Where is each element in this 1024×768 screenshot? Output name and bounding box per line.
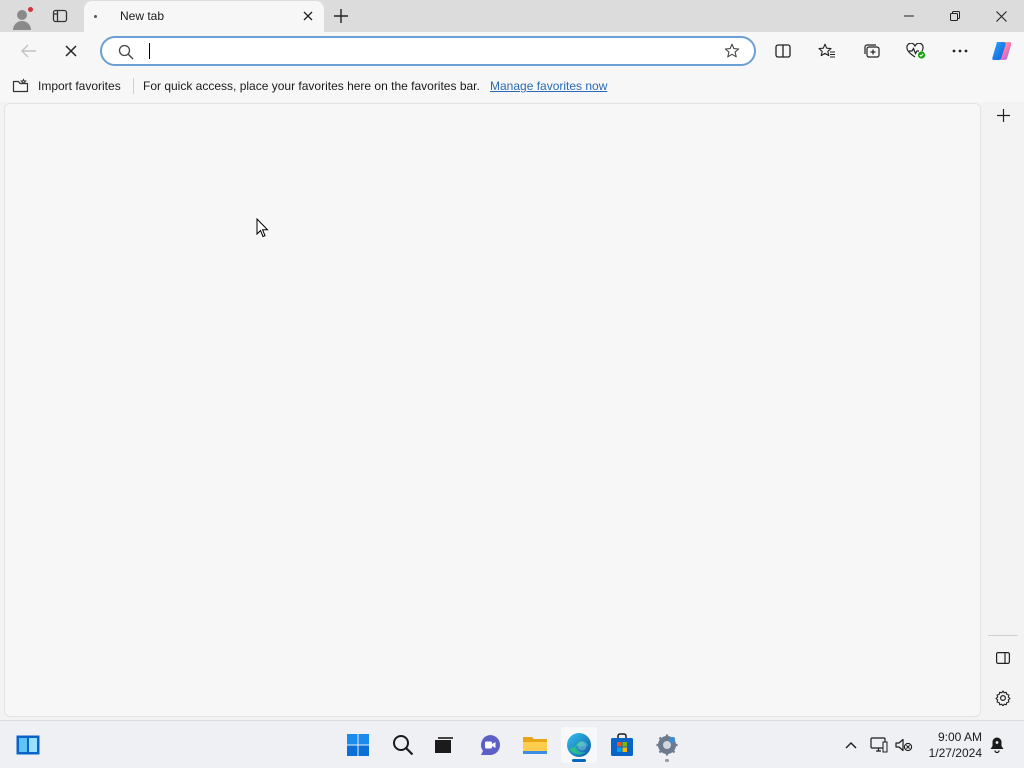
favorites-message: For quick access, place your favorites h… bbox=[143, 79, 480, 93]
start-button[interactable] bbox=[340, 727, 376, 763]
edge-icon bbox=[567, 733, 591, 757]
more-icon bbox=[952, 49, 968, 53]
manage-favorites-link[interactable]: Manage favorites now bbox=[490, 79, 607, 93]
tab-actions-icon bbox=[52, 9, 68, 23]
mouse-cursor-icon bbox=[256, 218, 269, 238]
restore-button[interactable] bbox=[932, 0, 978, 32]
notifications-button[interactable] bbox=[986, 733, 1008, 757]
stop-icon bbox=[65, 45, 77, 57]
windows-start-icon bbox=[347, 734, 369, 756]
file-explorer-button[interactable] bbox=[517, 727, 553, 763]
text-caret bbox=[149, 43, 150, 59]
task-view-icon bbox=[435, 737, 453, 753]
add-sidebar-app-button[interactable] bbox=[990, 102, 1016, 128]
back-button[interactable] bbox=[14, 37, 44, 65]
search-taskbar-button[interactable] bbox=[385, 727, 421, 763]
performance-button[interactable] bbox=[901, 37, 931, 65]
close-window-button[interactable] bbox=[978, 0, 1024, 32]
import-favorites-button[interactable]: Import favorites bbox=[12, 77, 121, 95]
folder-icon bbox=[523, 737, 547, 754]
task-view-button[interactable] bbox=[426, 727, 462, 763]
sidebar-settings-button[interactable] bbox=[990, 685, 1016, 711]
settings-app-icon bbox=[656, 734, 678, 756]
plus-icon bbox=[996, 108, 1010, 122]
teams-chat-icon bbox=[480, 735, 500, 755]
more-options-button[interactable] bbox=[945, 37, 975, 65]
running-app-indicator bbox=[665, 759, 669, 762]
active-app-indicator bbox=[572, 759, 586, 762]
favorites-divider bbox=[133, 78, 134, 94]
plus-icon bbox=[334, 9, 348, 23]
favorites-bar: Import favorites For quick access, place… bbox=[0, 70, 1024, 102]
taskbar-clock[interactable]: 9:00 AM 1/27/2024 bbox=[918, 729, 982, 761]
restore-icon bbox=[950, 11, 960, 21]
network-icon bbox=[870, 737, 888, 753]
settings-taskbar-button[interactable] bbox=[649, 727, 685, 763]
gear-icon bbox=[995, 690, 1011, 706]
tab-actions-button[interactable] bbox=[46, 4, 74, 28]
widgets-icon bbox=[16, 735, 40, 755]
close-icon bbox=[303, 11, 313, 21]
edge-sidebar bbox=[982, 102, 1024, 718]
title-bar: New tab bbox=[0, 0, 1024, 32]
microsoft-store-icon bbox=[611, 733, 633, 756]
sidebar-divider bbox=[988, 635, 1018, 636]
favorites-button[interactable] bbox=[812, 37, 842, 65]
notification-dot bbox=[27, 6, 34, 13]
loading-dot-icon bbox=[94, 15, 97, 18]
notification-bell-icon bbox=[990, 737, 1004, 754]
collections-icon bbox=[864, 44, 880, 58]
sidebar-panel-icon bbox=[996, 652, 1010, 664]
minimize-icon bbox=[904, 15, 914, 17]
edge-taskbar-button[interactable] bbox=[561, 727, 597, 763]
close-tab-button[interactable] bbox=[300, 8, 316, 24]
hide-sidebar-button[interactable] bbox=[990, 645, 1016, 671]
split-screen-button[interactable] bbox=[768, 37, 798, 65]
show-hidden-icons-button[interactable] bbox=[840, 733, 862, 757]
profile-button[interactable] bbox=[8, 4, 36, 30]
clock-date: 1/27/2024 bbox=[928, 746, 982, 760]
chevron-up-icon bbox=[845, 742, 857, 749]
copilot-button[interactable] bbox=[987, 37, 1017, 65]
star-icon[interactable] bbox=[724, 43, 740, 59]
copilot-icon bbox=[992, 42, 1012, 60]
taskbar: 9:00 AM 1/27/2024 bbox=[0, 720, 1024, 768]
profile-icon bbox=[17, 10, 27, 20]
import-favorites-label: Import favorites bbox=[38, 79, 121, 93]
network-button[interactable] bbox=[868, 733, 890, 757]
volume-button[interactable] bbox=[893, 733, 915, 757]
tab-title: New tab bbox=[120, 9, 165, 23]
speaker-muted-icon bbox=[895, 738, 913, 752]
tab-new-tab[interactable]: New tab bbox=[84, 1, 324, 32]
back-arrow-icon bbox=[21, 44, 36, 58]
navigation-toolbar bbox=[0, 32, 1024, 70]
close-icon bbox=[995, 10, 1007, 22]
stop-loading-button[interactable] bbox=[56, 37, 86, 65]
minimize-button[interactable] bbox=[886, 0, 932, 32]
clock-time: 9:00 AM bbox=[937, 730, 982, 744]
address-input[interactable] bbox=[148, 42, 708, 60]
collections-button[interactable] bbox=[857, 37, 887, 65]
widgets-button[interactable] bbox=[10, 727, 46, 763]
search-icon bbox=[118, 44, 134, 60]
import-favorites-icon bbox=[12, 78, 29, 93]
search-icon bbox=[393, 735, 414, 756]
favorites-icon bbox=[818, 43, 835, 58]
page-content bbox=[4, 103, 981, 717]
split-screen-icon bbox=[775, 44, 791, 58]
store-button[interactable] bbox=[604, 727, 640, 763]
chat-button[interactable] bbox=[472, 727, 508, 763]
address-bar[interactable] bbox=[100, 36, 756, 66]
new-tab-button[interactable] bbox=[330, 4, 352, 28]
performance-icon bbox=[906, 43, 926, 59]
